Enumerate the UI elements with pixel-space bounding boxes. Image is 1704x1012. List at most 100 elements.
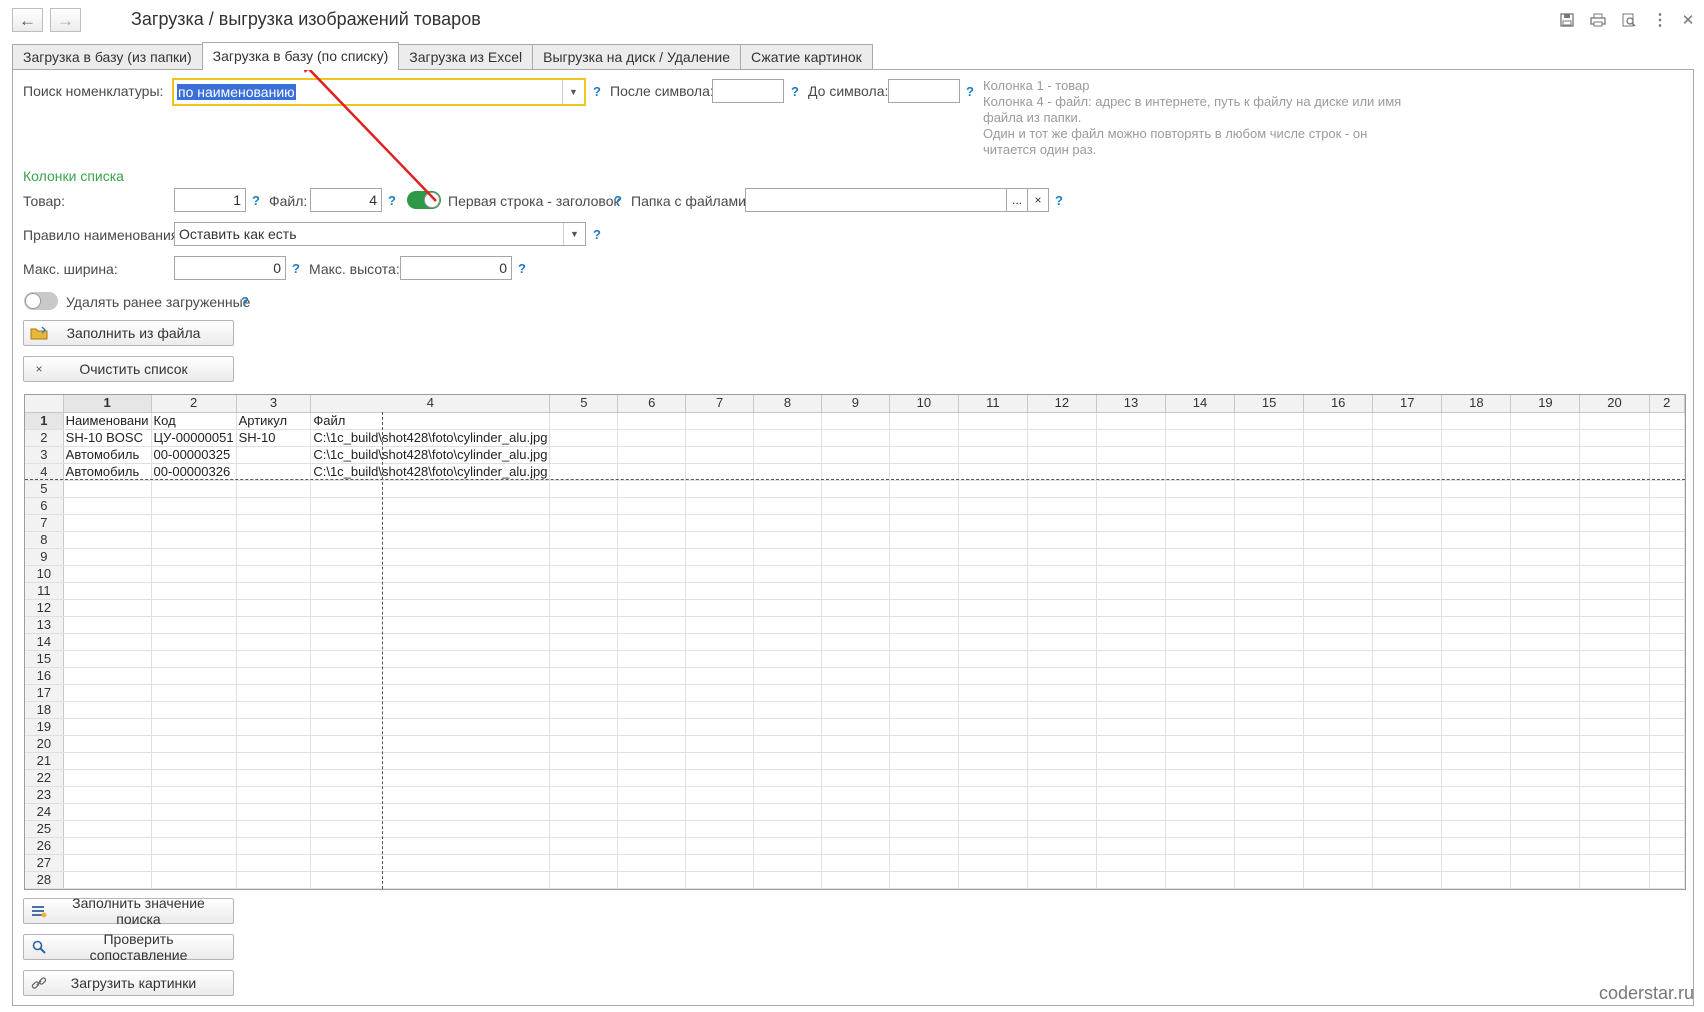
- grid-cell[interactable]: [1510, 514, 1581, 532]
- grid-cell[interactable]: Артикул: [236, 412, 312, 430]
- grid-cell[interactable]: [617, 803, 687, 821]
- grid-cell[interactable]: [1510, 412, 1581, 430]
- grid-cell[interactable]: [310, 480, 551, 498]
- grid-cell[interactable]: [151, 820, 237, 838]
- help-icon[interactable]: ?: [614, 193, 622, 208]
- grid-cell[interactable]: [958, 548, 1028, 566]
- grid-cell[interactable]: [889, 837, 959, 855]
- grid-cell[interactable]: [236, 837, 312, 855]
- grid-cell[interactable]: [889, 871, 959, 889]
- grid-cell[interactable]: [753, 837, 822, 855]
- grid-cell[interactable]: [549, 752, 619, 770]
- grid-cell[interactable]: [151, 633, 237, 651]
- grid-cell[interactable]: [1096, 412, 1167, 430]
- grid-cell[interactable]: [549, 497, 619, 515]
- grid-cell[interactable]: [958, 820, 1028, 838]
- grid-cell[interactable]: [1441, 514, 1512, 532]
- grid-cell[interactable]: [1234, 565, 1305, 583]
- save-icon[interactable]: [1558, 11, 1576, 29]
- grid-cell[interactable]: [1649, 718, 1685, 736]
- grid-cell[interactable]: [1234, 480, 1305, 498]
- grid-cell[interactable]: [821, 531, 890, 549]
- grid-cell[interactable]: [753, 446, 822, 464]
- grid-cell[interactable]: [1234, 582, 1305, 600]
- column-header[interactable]: 11: [958, 395, 1028, 413]
- grid-cell[interactable]: [1234, 514, 1305, 532]
- grid-cell[interactable]: [958, 786, 1028, 804]
- grid-cell[interactable]: [1234, 871, 1305, 889]
- grid-cell[interactable]: [310, 735, 551, 753]
- grid-cell[interactable]: [1303, 582, 1374, 600]
- grid-cell[interactable]: [821, 871, 890, 889]
- grid-cell[interactable]: [1441, 412, 1512, 430]
- grid-cell[interactable]: [889, 786, 959, 804]
- grid-cell[interactable]: [753, 548, 822, 566]
- grid-cell[interactable]: [549, 480, 619, 498]
- grid-cell[interactable]: [1234, 446, 1305, 464]
- grid-cell[interactable]: [685, 548, 755, 566]
- grid-cell[interactable]: [958, 650, 1028, 668]
- grid-cell[interactable]: [310, 599, 551, 617]
- folder-input[interactable]: [745, 188, 1007, 212]
- grid-cell[interactable]: [958, 837, 1028, 855]
- grid-cell[interactable]: [1579, 871, 1650, 889]
- grid-cell[interactable]: [1510, 531, 1581, 549]
- grid-cell[interactable]: [1441, 616, 1512, 634]
- folder-clear-button[interactable]: ×: [1027, 188, 1049, 212]
- grid-cell[interactable]: [1441, 633, 1512, 651]
- row-header[interactable]: 27: [25, 854, 64, 872]
- grid-cell[interactable]: [236, 769, 312, 787]
- grid-cell[interactable]: [1234, 633, 1305, 651]
- grid-cell[interactable]: [1027, 599, 1097, 617]
- grid-cell[interactable]: [1441, 531, 1512, 549]
- grid-cell[interactable]: [1649, 667, 1685, 685]
- tab-load-by-list[interactable]: Загрузка в базу (по списку): [201, 42, 400, 70]
- grid-cell[interactable]: [1096, 718, 1167, 736]
- forward-button[interactable]: →: [50, 8, 81, 32]
- grid-cell[interactable]: [63, 599, 152, 617]
- grid-cell[interactable]: [753, 820, 822, 838]
- grid-cell[interactable]: [1027, 769, 1097, 787]
- grid-cell[interactable]: [617, 497, 687, 515]
- grid-cell[interactable]: [1510, 735, 1581, 753]
- column-header[interactable]: 1: [63, 395, 152, 413]
- grid-cell[interactable]: [889, 803, 959, 821]
- row-header[interactable]: 28: [25, 871, 64, 889]
- grid-cell[interactable]: [1027, 854, 1097, 872]
- grid-cell[interactable]: [1027, 633, 1097, 651]
- product-column-input[interactable]: 1: [174, 188, 246, 212]
- grid-cell[interactable]: [1096, 497, 1167, 515]
- grid-cell[interactable]: [1441, 463, 1512, 481]
- grid-cell[interactable]: [310, 667, 551, 685]
- grid-cell[interactable]: [236, 463, 312, 481]
- grid-cell[interactable]: [1649, 412, 1685, 430]
- help-icon[interactable]: ?: [1055, 193, 1063, 208]
- grid-cell[interactable]: [1579, 582, 1650, 600]
- grid-cell[interactable]: [753, 650, 822, 668]
- grid-cell[interactable]: [1165, 854, 1236, 872]
- grid-cell[interactable]: [617, 565, 687, 583]
- column-header[interactable]: 15: [1234, 395, 1305, 413]
- grid-cell[interactable]: [63, 837, 152, 855]
- grid-cell[interactable]: [549, 548, 619, 566]
- grid-cell[interactable]: [1372, 616, 1443, 634]
- grid-cell[interactable]: [889, 480, 959, 498]
- grid-cell[interactable]: [151, 786, 237, 804]
- row-header[interactable]: 24: [25, 803, 64, 821]
- grid-cell[interactable]: [549, 463, 619, 481]
- grid-cell[interactable]: [958, 412, 1028, 430]
- row-header[interactable]: 7: [25, 514, 64, 532]
- column-header[interactable]: 2: [151, 395, 237, 413]
- grid-cell[interactable]: [821, 412, 890, 430]
- grid-cell[interactable]: [1441, 684, 1512, 702]
- grid-cell[interactable]: [236, 599, 312, 617]
- column-header[interactable]: 19: [1510, 395, 1581, 413]
- grid-cell[interactable]: [1303, 548, 1374, 566]
- grid-cell[interactable]: [617, 582, 687, 600]
- grid-cell[interactable]: [685, 446, 755, 464]
- grid-cell[interactable]: [821, 837, 890, 855]
- grid-cell[interactable]: [1027, 616, 1097, 634]
- grid-cell[interactable]: [889, 548, 959, 566]
- grid-cell[interactable]: [821, 463, 890, 481]
- grid-cell[interactable]: [1096, 752, 1167, 770]
